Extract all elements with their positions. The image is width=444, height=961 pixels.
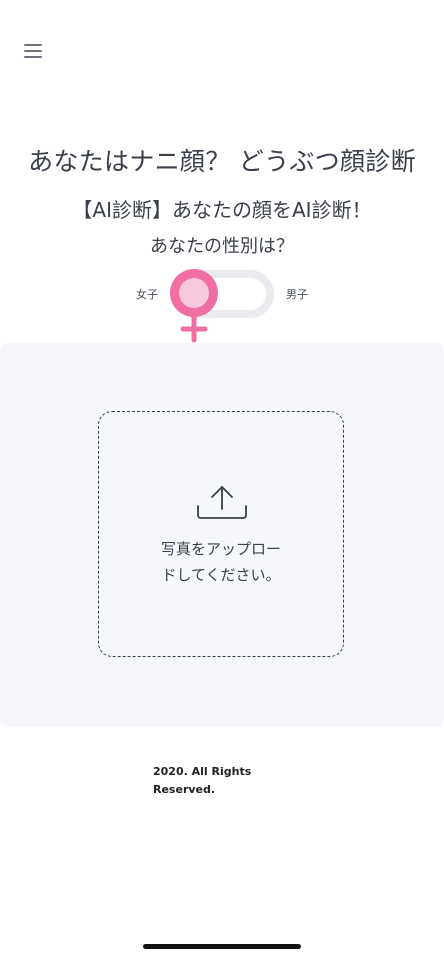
upload-panel: 写真をアップロー ドしてください。: [0, 343, 444, 727]
hamburger-menu-button[interactable]: [24, 42, 42, 58]
footer-copyright: 2020. All Rights Reserved.: [153, 763, 273, 799]
upload-instruction: 写真をアップロー ドしてください。: [99, 536, 343, 588]
upload-text-line-1: 写真をアップロー: [160, 540, 281, 558]
footer-line-2: Reserved.: [153, 783, 216, 796]
toggle-knob: [179, 278, 209, 308]
upload-text-line-2: ドしてください。: [161, 566, 281, 584]
gender-male-label[interactable]: 男子: [286, 286, 308, 302]
upload-icon: [197, 486, 247, 519]
female-symbol-icon: [170, 269, 218, 343]
home-indicator[interactable]: [143, 944, 301, 949]
gender-female-label[interactable]: 女子: [136, 286, 158, 302]
photo-upload-dropzone[interactable]: 写真をアップロー ドしてください。: [98, 411, 344, 657]
gender-question: あなたの性別は？: [150, 236, 294, 257]
footer-line-1: 2020. All Rights: [153, 765, 252, 778]
page-title: あなたはナニ顔？ どうぶつ顔診断: [28, 147, 416, 176]
hamburger-menu-icon: [24, 44, 42, 46]
page-subtitle: 【AI診断】あなたの顔をAI診断！: [72, 198, 372, 222]
